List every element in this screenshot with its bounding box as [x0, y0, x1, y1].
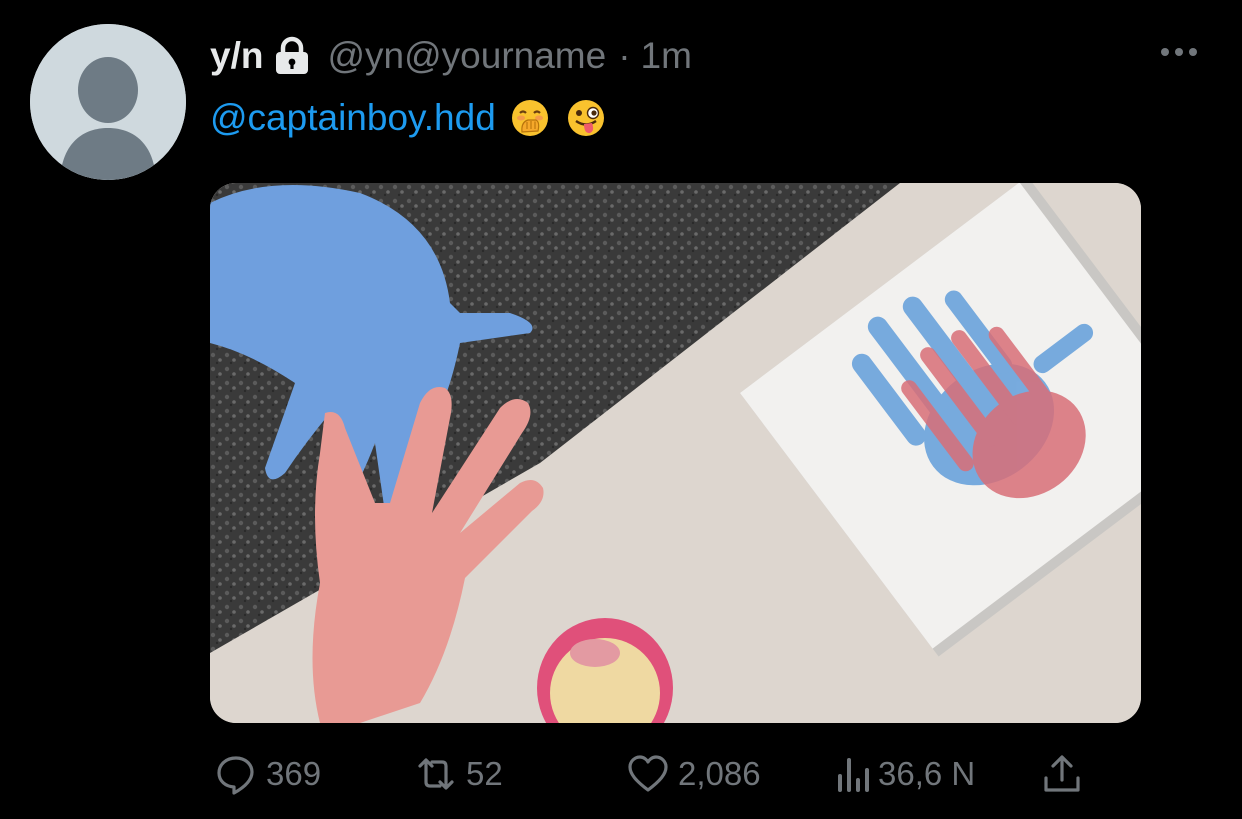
reply-button[interactable]: 369 — [214, 748, 321, 800]
retweet-button[interactable]: 52 — [414, 748, 503, 800]
retweet-count: 52 — [466, 755, 503, 792]
heart-icon — [628, 755, 668, 792]
reply-icon — [217, 756, 254, 795]
views-icon — [838, 758, 869, 792]
tweet-action-bar: 369 52 2,086 36,6 N — [0, 748, 1242, 800]
lock-icon — [273, 36, 311, 76]
hand-over-mouth-emoji — [510, 98, 550, 138]
views-button[interactable]: 36,6 N — [832, 748, 975, 800]
share-icon — [1044, 755, 1080, 792]
timestamp[interactable]: 1m — [641, 35, 692, 77]
default-avatar-icon — [30, 24, 186, 180]
user-handle[interactable]: @yn@yourname — [327, 35, 606, 77]
views-count: 36,6 N — [878, 755, 976, 792]
tweet[interactable]: y/n @yn@yourname · 1m @captainboy.hdd 36… — [0, 0, 1242, 819]
more-icon[interactable] — [1158, 38, 1200, 66]
mention-link[interactable]: @captainboy.hdd — [210, 97, 496, 139]
like-button[interactable]: 2,086 — [626, 748, 761, 800]
handprint-photo — [210, 183, 1141, 723]
display-name[interactable]: y/n — [210, 35, 263, 77]
retweet-icon — [418, 758, 454, 790]
separator-dot: · — [618, 35, 631, 76]
avatar[interactable] — [30, 24, 186, 180]
share-button[interactable] — [1040, 748, 1084, 800]
reply-count: 369 — [266, 755, 322, 792]
like-count: 2,086 — [678, 755, 761, 792]
tweet-text: @captainboy.hdd — [210, 92, 606, 144]
winking-tongue-emoji — [566, 98, 606, 138]
tweet-header: y/n @yn@yourname · 1m — [210, 30, 692, 82]
tweet-media-photo[interactable] — [210, 183, 1141, 723]
